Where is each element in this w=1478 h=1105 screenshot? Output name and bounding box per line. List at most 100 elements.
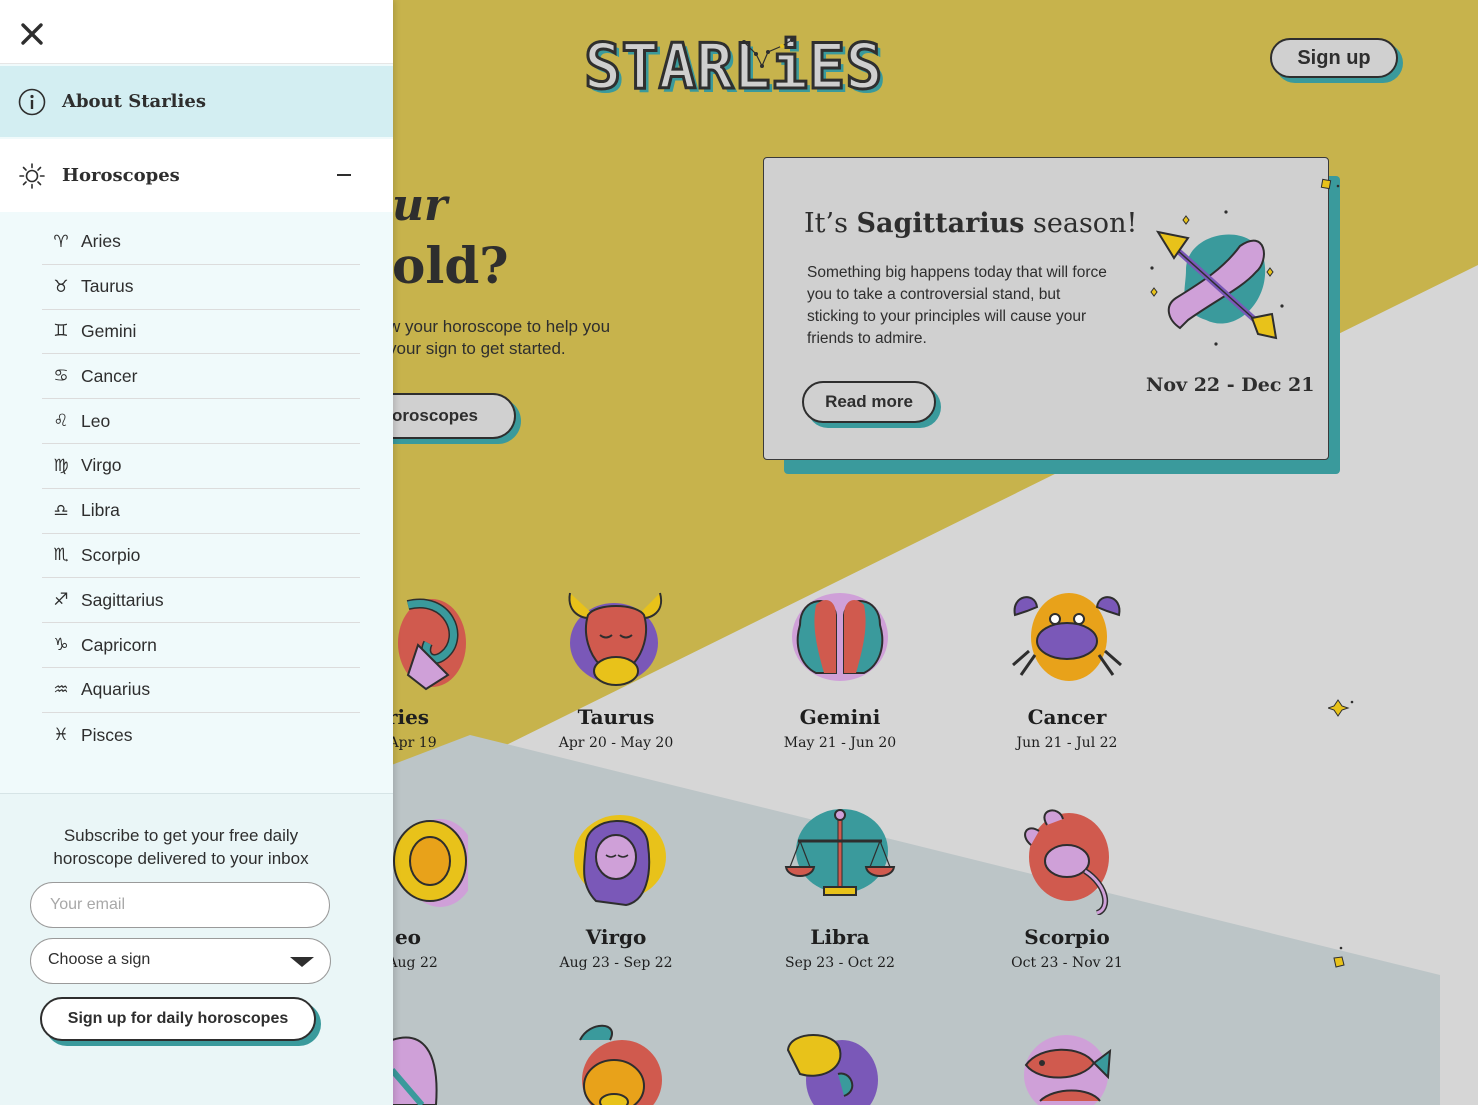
starlies-logo[interactable]: STARLiES	[583, 30, 885, 103]
virgo-icon: ♍	[53, 455, 69, 476]
gemini-illustration	[792, 593, 888, 681]
signup-button[interactable]: Sign up	[1270, 38, 1398, 78]
sign-card-range: May 21 - Jun 20	[783, 735, 897, 751]
sign-card-gemini[interactable]: Gemini May 21 - Jun 20	[750, 585, 930, 751]
sidebar-item-libra[interactable]: ♎ Libra	[42, 489, 360, 534]
sagittarius-icon: ♐	[53, 590, 69, 611]
sun-icon	[19, 162, 45, 189]
sparkle-icon	[1320, 178, 1340, 190]
season-title-sign: Sagittarius	[856, 208, 1025, 239]
subscribe-section: Subscribe to get your free daily horosco…	[0, 793, 393, 1105]
sign-item-label: Scorpio	[81, 544, 141, 565]
email-field[interactable]	[30, 882, 330, 928]
sign-card-libra[interactable]: Libra Sep 23 - Oct 22	[750, 805, 930, 971]
taurus-icon: ♉	[53, 276, 69, 297]
read-more-button[interactable]: Read more	[802, 381, 936, 423]
sidebar-item-gemini[interactable]: ♊ Gemini	[42, 310, 360, 355]
sidebar-item-horoscopes[interactable]: Horoscopes	[0, 139, 393, 212]
season-title-prefix: It’s	[804, 208, 857, 239]
aquarius-thumb[interactable]	[780, 1030, 880, 1105]
sidebar-item-aries[interactable]: ♈ Aries	[42, 220, 360, 265]
sidebar-menu: About Starlies Horoscopes ♈ Aries ♉ Taur…	[0, 0, 393, 1105]
sign-card-taurus[interactable]: Taurus Apr 20 - May 20	[526, 585, 706, 751]
sign-card-range: Sep 23 - Oct 22	[785, 955, 895, 971]
sidebar-header	[0, 0, 393, 64]
sign-select[interactable]: Choose a sign	[30, 938, 331, 984]
leo-icon: ♌	[53, 411, 69, 432]
sign-card-range: Oct 23 - Nov 21	[1011, 955, 1123, 971]
sagittarius-illustration	[1150, 210, 1284, 346]
close-icon[interactable]	[20, 22, 44, 46]
sidebar-item-cancer[interactable]: ♋ Cancer	[42, 354, 360, 400]
sign-item-label: Leo	[81, 410, 111, 431]
sidebar-item-scorpio[interactable]: ♏ Scorpio	[42, 534, 360, 579]
sparkle-icon	[1333, 946, 1345, 968]
minus-icon[interactable]	[337, 174, 351, 176]
aquarius-icon: ♒	[53, 679, 69, 700]
sidebar-item-label: About Starlies	[62, 91, 206, 112]
season-card-title: It’s Sagittarius season!	[804, 208, 1137, 239]
sign-item-label: Aries	[81, 231, 121, 252]
season-card: It’s Sagittarius season! Something big h…	[763, 157, 1329, 460]
season-title-suffix: season!	[1024, 208, 1138, 239]
sign-item-label: Cancer	[81, 365, 138, 386]
cancer-illustration	[1012, 593, 1122, 681]
sagittarius-thumb[interactable]	[392, 1030, 442, 1105]
aries-icon: ♈	[53, 231, 69, 252]
hero-title-line1: ur	[392, 180, 448, 231]
sidebar-item-about[interactable]: About Starlies	[0, 66, 393, 137]
capricorn-thumb[interactable]	[570, 1020, 665, 1105]
info-icon	[18, 88, 46, 115]
taurus-illustration	[568, 592, 663, 686]
sidebar-item-virgo[interactable]: ♍ Virgo	[42, 444, 360, 489]
pisces-icon: ♓	[53, 725, 69, 746]
gemini-icon: ♊	[53, 321, 69, 342]
horoscope-sign-list: ♈ Aries ♉ Taurus ♊ Gemini ♋ Cancer ♌ Leo…	[42, 220, 360, 758]
virgo-illustration	[574, 815, 666, 907]
scorpio-icon: ♏	[53, 545, 69, 566]
capricorn-icon: ♑	[53, 635, 69, 656]
caret-down-icon	[290, 957, 314, 967]
sidebar-item-capricorn[interactable]: ♑ Capricorn	[42, 623, 360, 668]
sign-item-label: Libra	[81, 500, 120, 521]
daily-horoscopes-signup-button[interactable]: Sign up for daily horoscopes	[40, 997, 316, 1041]
sidebar-item-aquarius[interactable]: ♒ Aquarius	[42, 668, 360, 713]
sign-card-name: Libra	[810, 925, 870, 949]
sign-card-range: Aug 23 - Sep 22	[559, 955, 673, 971]
season-card-body: Something big happens today that will fo…	[807, 264, 1107, 347]
sign-select-value: Choose a sign	[48, 951, 151, 968]
sign-item-label: Aquarius	[81, 679, 151, 700]
pisces-thumb[interactable]	[1020, 1025, 1115, 1105]
sign-item-label: Pisces	[81, 724, 133, 745]
sign-card-name: Cancer	[1027, 705, 1107, 729]
constellation-icon	[742, 38, 794, 68]
sidebar-item-pisces[interactable]: ♓ Pisces	[42, 713, 360, 758]
sign-item-label: Gemini	[81, 320, 137, 341]
sidebar-item-taurus[interactable]: ♉ Taurus	[42, 265, 360, 310]
season-card-dates: Nov 22 - Dec 21	[1146, 374, 1315, 396]
sign-card-scorpio[interactable]: Scorpio Oct 23 - Nov 21	[977, 805, 1157, 971]
scorpio-illustration	[1024, 809, 1109, 915]
sign-card-range: Apr 20 - May 20	[558, 735, 674, 751]
sign-item-label: Sagittarius	[81, 589, 164, 610]
all-horoscopes-button[interactable]: horoscopes	[372, 393, 516, 439]
logo-text: STARLiES	[583, 30, 885, 103]
sign-card-name: Virgo	[585, 925, 647, 949]
hero-title-line2: old?	[392, 236, 509, 295]
sign-card-cancer[interactable]: Cancer Jun 21 - Jul 22	[977, 585, 1157, 751]
sign-item-label: Capricorn	[81, 634, 157, 655]
sidebar-item-sagittarius[interactable]: ♐ Sagittarius	[42, 578, 360, 624]
sign-item-label: Taurus	[81, 276, 134, 297]
sidebar-item-label: Horoscopes	[62, 165, 180, 186]
sign-card-name: Taurus	[577, 705, 655, 729]
sparkle-icon	[1328, 699, 1354, 717]
sign-card-name: Scorpio	[1024, 925, 1110, 949]
sign-card-virgo[interactable]: Virgo Aug 23 - Sep 22	[526, 805, 706, 971]
libra-icon: ♎	[53, 500, 69, 521]
hero-subtitle: w your horoscope to help you your sign t…	[388, 317, 611, 358]
sign-card-range: Jun 21 - Jul 22	[1016, 735, 1118, 751]
libra-illustration	[784, 809, 896, 896]
sidebar-item-leo[interactable]: ♌ Leo	[42, 399, 360, 444]
sign-card-name: Gemini	[799, 705, 881, 729]
subscribe-text: Subscribe to get your free daily horosco…	[53, 826, 309, 868]
